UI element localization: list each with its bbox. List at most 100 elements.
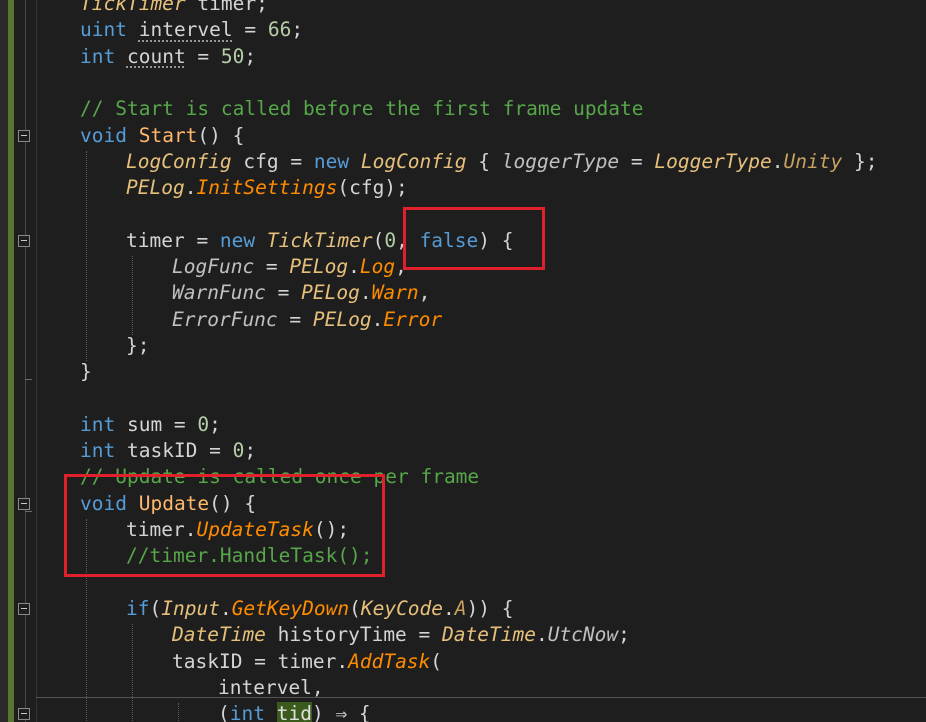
- code-token: void: [80, 123, 127, 147]
- code-line[interactable]: WarnFunc = PELog.Warn,: [172, 280, 430, 306]
- code-token: Unity: [783, 149, 843, 173]
- code-token: count: [126, 44, 186, 68]
- code-token: intervel: [138, 18, 233, 42]
- code-token: {: [466, 149, 502, 173]
- code-line[interactable]: uint intervel = 66;: [80, 17, 303, 43]
- code-line[interactable]: taskID = timer.AddTask(: [172, 649, 442, 675]
- code-token: ;: [244, 44, 257, 68]
- code-token: A: [454, 596, 467, 620]
- code-token: timer;: [185, 0, 268, 15]
- code-token: 66: [267, 18, 292, 42]
- code-token: InitSettings: [196, 176, 338, 200]
- code-token: .: [371, 307, 384, 331]
- code-token: // Start is called before the first fram…: [80, 97, 644, 121]
- indent-guide: [178, 703, 179, 722]
- code-token: PELog: [301, 281, 360, 305]
- collapse-icon[interactable]: [18, 602, 30, 615]
- code-token: tid: [276, 702, 312, 722]
- code-token: () {: [197, 123, 245, 147]
- code-token: =: [265, 281, 302, 305]
- code-token: Input: [161, 596, 220, 620]
- code-line[interactable]: TickTimer timer;: [80, 0, 268, 17]
- collapse-icon[interactable]: [18, 708, 30, 721]
- code-token: Log: [359, 255, 396, 278]
- code-token: .: [535, 623, 548, 647]
- code-line[interactable]: }: [80, 359, 92, 385]
- code-line[interactable]: int taskID = 0;: [80, 438, 256, 464]
- code-token: }: [80, 360, 92, 384]
- collapse-icon[interactable]: [18, 129, 30, 142]
- code-token: Start: [138, 123, 198, 147]
- code-token: cfg =: [231, 149, 314, 173]
- code-token: .: [443, 596, 455, 620]
- code-line[interactable]: // Start is called before the first fram…: [80, 96, 644, 122]
- code-line[interactable]: if(Input.GetKeyDown(KeyCode.A)) {: [126, 596, 514, 622]
- code-token: ;: [209, 412, 221, 436]
- code-token: =: [277, 307, 313, 331]
- code-token: LogConfig: [360, 149, 467, 173]
- code-line[interactable]: DateTime historyTime = DateTime.UtcNow;: [172, 622, 630, 648]
- code-token: (: [149, 596, 162, 620]
- code-token: AddTask: [348, 649, 431, 673]
- code-token: };: [842, 149, 878, 173]
- code-token: Warn: [371, 281, 419, 305]
- horizontal-scroll-line: [36, 697, 926, 698]
- code-token: uint: [80, 18, 127, 42]
- code-token: };: [126, 333, 150, 357]
- code-token: LogConfig: [126, 149, 232, 173]
- code-token: int: [80, 439, 116, 463]
- code-token: taskID =: [115, 439, 233, 463]
- code-line[interactable]: ErrorFunc = PELog.Error: [172, 307, 442, 333]
- code-line[interactable]: };: [126, 333, 149, 359]
- code-line[interactable]: PELog.InitSettings(cfg);: [126, 175, 408, 201]
- code-line[interactable]: int sum = 0;: [80, 412, 221, 438]
- code-token: DateTime: [442, 623, 536, 647]
- code-token: LoggerType: [654, 149, 772, 173]
- code-token: ErrorFunc: [172, 307, 278, 331]
- code-token: taskID = timer.: [172, 649, 349, 673]
- code-token: =: [185, 44, 221, 68]
- code-line[interactable]: LogFunc = PELog.Log,: [172, 254, 407, 280]
- code-line[interactable]: void Start() {: [80, 123, 244, 149]
- code-token: DateTime: [172, 623, 266, 647]
- code-token: sum =: [115, 412, 198, 436]
- code-token: Error: [383, 307, 443, 331]
- code-token: .: [359, 281, 372, 305]
- code-token: KeyCode: [360, 596, 444, 620]
- code-token: 50: [220, 44, 245, 68]
- code-token: PELog: [289, 255, 349, 278]
- collapse-icon[interactable]: [18, 497, 30, 510]
- code-token: new: [313, 149, 350, 173]
- code-token: .: [184, 176, 197, 200]
- code-token: PELog: [126, 176, 185, 200]
- code-line[interactable]: (int tid) ⇒ {: [218, 701, 371, 722]
- code-token: WarnFunc: [172, 281, 266, 305]
- fold-end-marker: [25, 379, 32, 381]
- code-token: intervel,: [218, 675, 324, 699]
- indent-guide: [132, 624, 133, 722]
- code-token: (: [372, 228, 385, 252]
- code-token: new: [219, 228, 256, 252]
- code-line[interactable]: LogConfig cfg = new LogConfig { loggerTy…: [126, 149, 877, 175]
- code-editor[interactable]: TickTimer timer; uint intervel = 66; int c…: [0, 0, 926, 722]
- code-token: UtcNow: [547, 623, 619, 647]
- code-token: loggerType: [501, 149, 620, 173]
- code-token: )) {: [466, 596, 514, 620]
- code-token: ;: [244, 439, 257, 463]
- highlight-box-false-arg: [403, 207, 545, 270]
- fold-end-marker: [25, 510, 32, 512]
- code-token: =: [254, 255, 290, 278]
- change-tracking-bar: [8, 0, 14, 722]
- code-line[interactable]: int count = 50;: [80, 44, 256, 70]
- code-token: int: [229, 702, 265, 722]
- code-token: 0: [197, 412, 210, 436]
- code-token: timer =: [126, 228, 220, 252]
- code-token: =: [619, 149, 655, 173]
- code-token: historyTime =: [265, 623, 443, 647]
- editor-left-margin: [0, 0, 8, 722]
- collapse-icon[interactable]: [18, 234, 30, 247]
